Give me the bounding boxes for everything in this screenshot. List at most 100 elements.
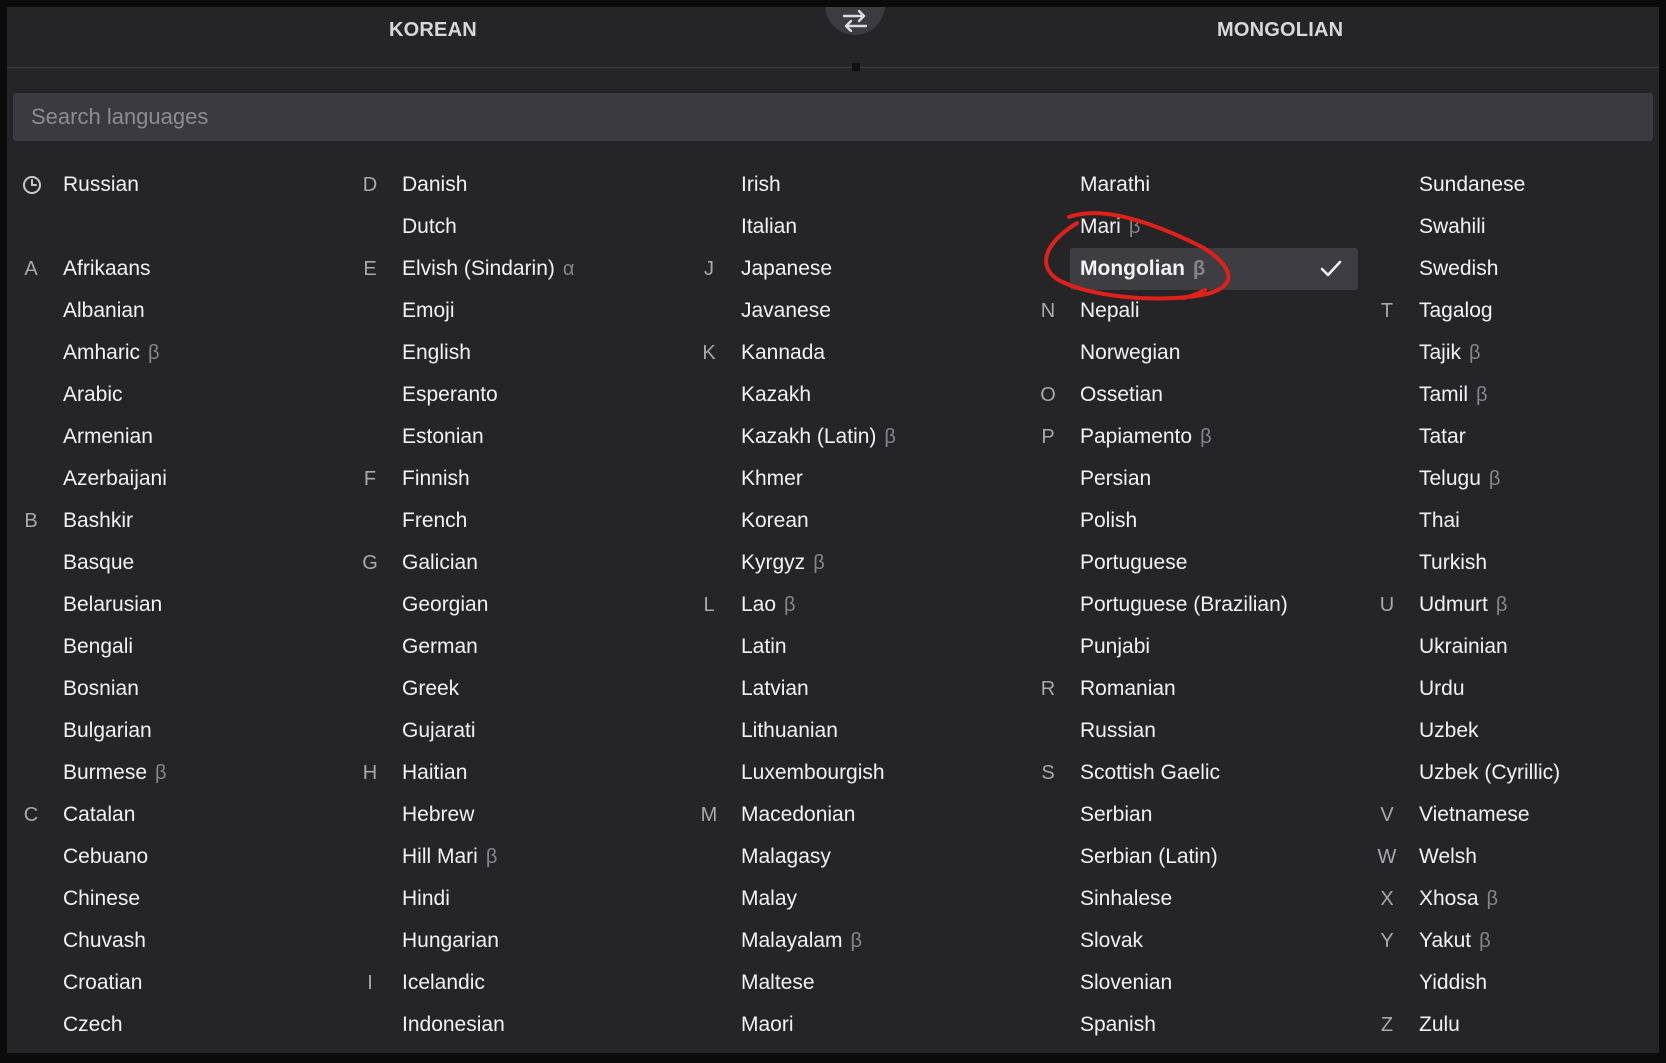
language-item[interactable]: F Finnish — [356, 458, 686, 500]
language-item[interactable]: D Danish — [356, 164, 686, 206]
swap-languages-button[interactable] — [825, 7, 885, 35]
language-item[interactable]: Uzbek — [1373, 710, 1659, 752]
language-item[interactable]: Turkish — [1373, 542, 1659, 584]
language-item[interactable]: Malagasy — [695, 836, 1025, 878]
language-item[interactable]: Georgian — [356, 584, 686, 626]
language-item[interactable]: Swahili — [1373, 206, 1659, 248]
language-item[interactable]: Bosnian — [17, 668, 347, 710]
language-item[interactable]: Cebuano — [17, 836, 347, 878]
language-item[interactable]: Serbian — [1034, 794, 1364, 836]
language-item[interactable]: Portuguese (Brazilian) — [1034, 584, 1364, 626]
language-item[interactable]: Telugu β — [1373, 458, 1659, 500]
language-item[interactable]: Thai — [1373, 500, 1659, 542]
language-item[interactable]: Russian — [17, 164, 347, 206]
language-item[interactable]: Indonesian — [356, 1004, 686, 1046]
language-item[interactable]: O Ossetian — [1034, 374, 1364, 416]
language-item[interactable]: French — [356, 500, 686, 542]
language-item[interactable]: V Vietnamese — [1373, 794, 1659, 836]
language-item[interactable]: Mari β — [1034, 206, 1364, 248]
language-item[interactable]: X Xhosa β — [1373, 878, 1659, 920]
language-item[interactable]: Z Zulu — [1373, 1004, 1659, 1046]
language-item[interactable]: Maori — [695, 1004, 1025, 1046]
language-item[interactable]: K Kannada — [695, 332, 1025, 374]
language-item[interactable]: English — [356, 332, 686, 374]
language-item[interactable]: Bengali — [17, 626, 347, 668]
source-language-tab[interactable]: KOREAN — [389, 19, 477, 42]
language-item[interactable]: Swedish — [1373, 248, 1659, 290]
language-item[interactable]: Latin — [695, 626, 1025, 668]
language-item[interactable]: C Catalan — [17, 794, 347, 836]
language-item[interactable]: Albanian — [17, 290, 347, 332]
language-item[interactable]: G Galician — [356, 542, 686, 584]
language-item[interactable]: Azerbaijani — [17, 458, 347, 500]
language-item[interactable]: Dutch — [356, 206, 686, 248]
language-item[interactable]: Hill Mari β — [356, 836, 686, 878]
language-item[interactable]: Spanish — [1034, 1004, 1364, 1046]
language-item[interactable]: E Elvish (Sindarin) α — [356, 248, 686, 290]
language-item[interactable]: Gujarati — [356, 710, 686, 752]
language-item[interactable]: Urdu — [1373, 668, 1659, 710]
language-item[interactable]: Norwegian — [1034, 332, 1364, 374]
language-item[interactable]: Hindi — [356, 878, 686, 920]
language-item[interactable]: Portuguese — [1034, 542, 1364, 584]
search-input[interactable] — [13, 93, 1653, 141]
language-item[interactable]: Armenian — [17, 416, 347, 458]
language-item[interactable]: Chuvash — [17, 920, 347, 962]
language-item[interactable]: Greek — [356, 668, 686, 710]
language-item[interactable]: Slovenian — [1034, 962, 1364, 1004]
language-item[interactable]: N Nepali — [1034, 290, 1364, 332]
language-item[interactable]: T Tagalog — [1373, 290, 1659, 332]
language-item[interactable]: Punjabi — [1034, 626, 1364, 668]
language-item[interactable]: Amharic β — [17, 332, 347, 374]
language-item[interactable]: Hungarian — [356, 920, 686, 962]
language-item[interactable]: Latvian — [695, 668, 1025, 710]
language-item[interactable]: Chinese — [17, 878, 347, 920]
language-item[interactable]: Slovak — [1034, 920, 1364, 962]
language-item[interactable]: Czech — [17, 1004, 347, 1046]
language-item[interactable]: Bulgarian — [17, 710, 347, 752]
language-item[interactable]: Tatar — [1373, 416, 1659, 458]
language-item[interactable]: Korean — [695, 500, 1025, 542]
language-item[interactable]: S Scottish Gaelic — [1034, 752, 1364, 794]
language-item[interactable]: I Icelandic — [356, 962, 686, 1004]
language-item[interactable]: Persian — [1034, 458, 1364, 500]
language-item[interactable]: J Japanese — [695, 248, 1025, 290]
language-item[interactable]: B Bashkir — [17, 500, 347, 542]
language-item[interactable]: Javanese — [695, 290, 1025, 332]
language-item[interactable]: L Lao β — [695, 584, 1025, 626]
language-item[interactable]: R Romanian — [1034, 668, 1364, 710]
language-item[interactable]: Kazakh (Latin) β — [695, 416, 1025, 458]
language-item-selected[interactable]: Mongolian β — [1034, 248, 1364, 290]
language-item[interactable]: Sundanese — [1373, 164, 1659, 206]
language-item[interactable]: Burmese β — [17, 752, 347, 794]
language-item[interactable]: Esperanto — [356, 374, 686, 416]
language-item[interactable]: Khmer — [695, 458, 1025, 500]
language-item[interactable]: Ukrainian — [1373, 626, 1659, 668]
language-item[interactable]: Kyrgyz β — [695, 542, 1025, 584]
language-item[interactable]: M Macedonian — [695, 794, 1025, 836]
language-item[interactable]: Malay — [695, 878, 1025, 920]
language-item[interactable]: Irish — [695, 164, 1025, 206]
language-item[interactable]: U Udmurt β — [1373, 584, 1659, 626]
language-item[interactable]: Lithuanian — [695, 710, 1025, 752]
language-item[interactable]: Estonian — [356, 416, 686, 458]
language-item[interactable]: Belarusian — [17, 584, 347, 626]
language-item[interactable]: Luxembourgish — [695, 752, 1025, 794]
language-item[interactable]: Y Yakut β — [1373, 920, 1659, 962]
language-item[interactable]: A Afrikaans — [17, 248, 347, 290]
target-language-tab[interactable]: MONGOLIAN — [1217, 19, 1343, 42]
language-item[interactable]: Sinhalese — [1034, 878, 1364, 920]
language-item[interactable]: Russian — [1034, 710, 1364, 752]
language-item[interactable]: W Welsh — [1373, 836, 1659, 878]
language-item[interactable]: Tamil β — [1373, 374, 1659, 416]
language-item[interactable]: Arabic — [17, 374, 347, 416]
language-item[interactable]: Croatian — [17, 962, 347, 1004]
language-item[interactable]: H Haitian — [356, 752, 686, 794]
language-item[interactable]: Malayalam β — [695, 920, 1025, 962]
language-item[interactable]: Kazakh — [695, 374, 1025, 416]
language-item[interactable]: Italian — [695, 206, 1025, 248]
language-item[interactable]: Uzbek (Cyrillic) — [1373, 752, 1659, 794]
language-item[interactable]: Basque — [17, 542, 347, 584]
language-item[interactable]: Maltese — [695, 962, 1025, 1004]
language-item[interactable]: Emoji — [356, 290, 686, 332]
